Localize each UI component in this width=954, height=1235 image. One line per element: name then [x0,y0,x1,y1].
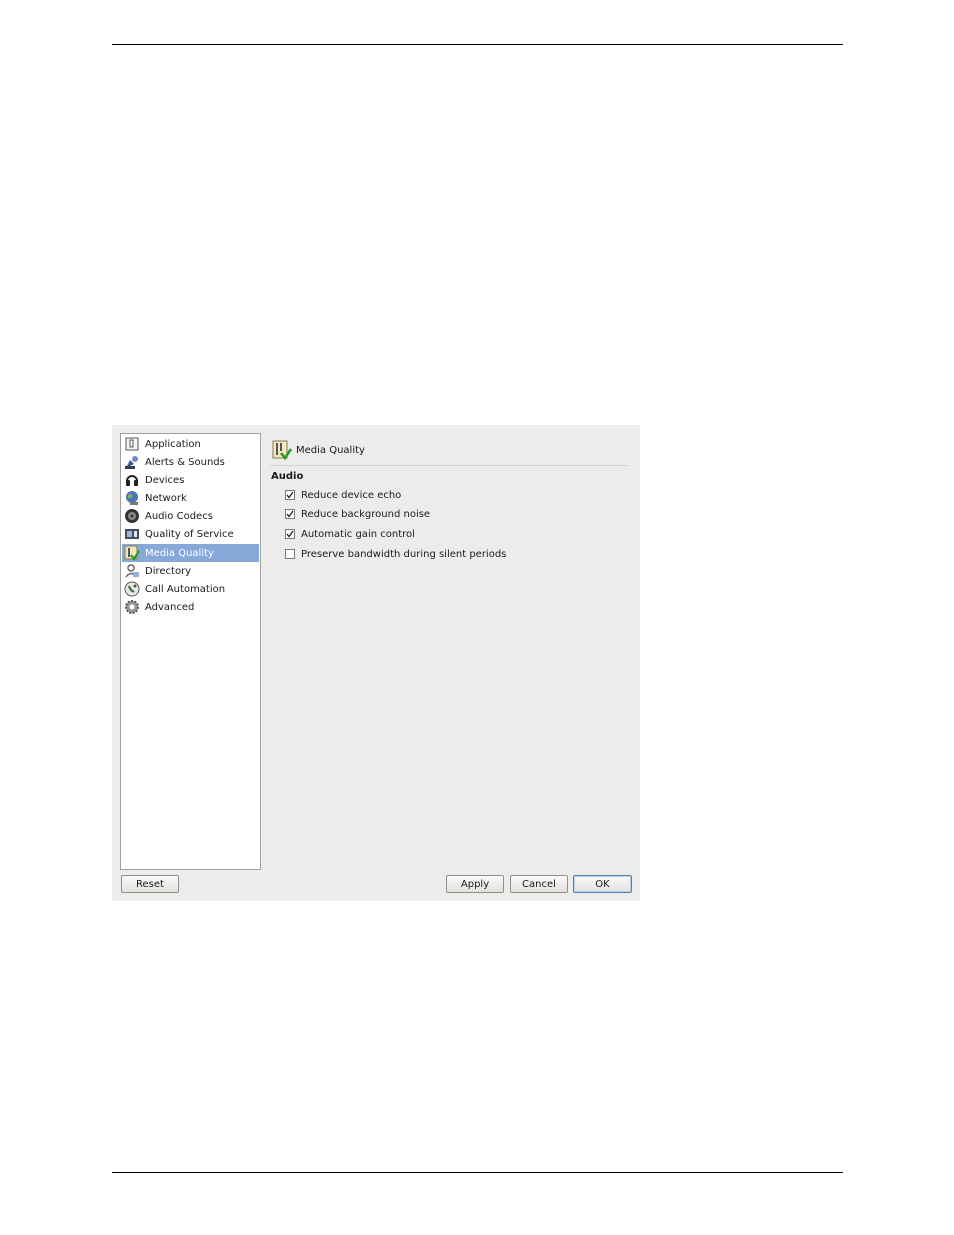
nav-item-application[interactable]: Application [122,435,259,453]
panel-divider [270,465,628,466]
checkbox[interactable] [285,490,295,500]
option-reduce-device-echo[interactable]: Reduce device echo [285,488,401,502]
page-footer-rule [112,1172,843,1173]
nav-item-quality-of-service[interactable]: Quality of Service [122,525,259,543]
nav-item-advanced[interactable]: Advanced [122,598,259,616]
preferences-category-list[interactable]: Application Alerts & Sounds Devices Netw… [120,433,261,870]
nav-item-label: Call Automation [145,583,226,595]
nav-item-call-automation[interactable]: Call Automation [122,580,259,598]
headset-icon [124,472,140,488]
panel-title: Media Quality [296,444,365,456]
section-heading-audio: Audio [271,471,304,482]
nav-item-alerts-sounds[interactable]: Alerts & Sounds [122,453,259,471]
audio-codecs-icon [124,508,140,524]
settings-panel: Media Quality Audio Reduce device echo R… [270,433,628,870]
page-header-rule [112,44,843,45]
option-automatic-gain-control[interactable]: Automatic gain control [285,527,415,541]
checkbox[interactable] [285,509,295,519]
media-quality-icon [272,440,292,460]
checkbox-label: Reduce device echo [301,489,402,501]
nav-item-media-quality[interactable]: Media Quality [122,544,259,562]
nav-item-label: Devices [145,474,185,486]
nav-item-label: Directory [145,565,192,577]
checkbox[interactable] [285,529,295,539]
checkbox-label: Reduce background noise [301,508,431,520]
panel-header: Media Quality [272,439,365,461]
gear-icon [124,599,140,615]
apply-button[interactable]: Apply [446,875,504,893]
media-quality-icon [124,545,140,561]
nav-item-label: Audio Codecs [145,510,213,522]
call-automation-icon [124,581,140,597]
nav-item-label: Alerts & Sounds [145,456,225,468]
directory-icon [124,563,140,579]
application-icon [124,436,140,452]
nav-item-label: Advanced [145,601,195,613]
network-globe-icon [124,490,140,506]
nav-item-audio-codecs[interactable]: Audio Codecs [122,507,259,525]
nav-item-label: Network [145,492,187,504]
qos-icon [124,526,140,542]
nav-item-label: Media Quality [145,547,214,559]
nav-item-label: Quality of Service [145,528,234,540]
alerts-sounds-icon [124,454,140,470]
ok-button[interactable]: OK [573,875,632,893]
checkbox[interactable] [285,549,295,559]
option-preserve-bandwidth[interactable]: Preserve bandwidth during silent periods [285,547,506,561]
nav-item-directory[interactable]: Directory [122,562,259,580]
preferences-dialog: Application Alerts & Sounds Devices Netw… [112,425,640,901]
option-reduce-background-noise[interactable]: Reduce background noise [285,507,430,521]
nav-item-label: Application [145,438,201,450]
reset-button[interactable]: Reset [121,875,179,893]
checkbox-label: Automatic gain control [301,528,415,540]
cancel-button[interactable]: Cancel [510,875,568,893]
nav-item-devices[interactable]: Devices [122,471,259,489]
checkbox-label: Preserve bandwidth during silent periods [301,548,507,560]
nav-item-network[interactable]: Network [122,489,259,507]
